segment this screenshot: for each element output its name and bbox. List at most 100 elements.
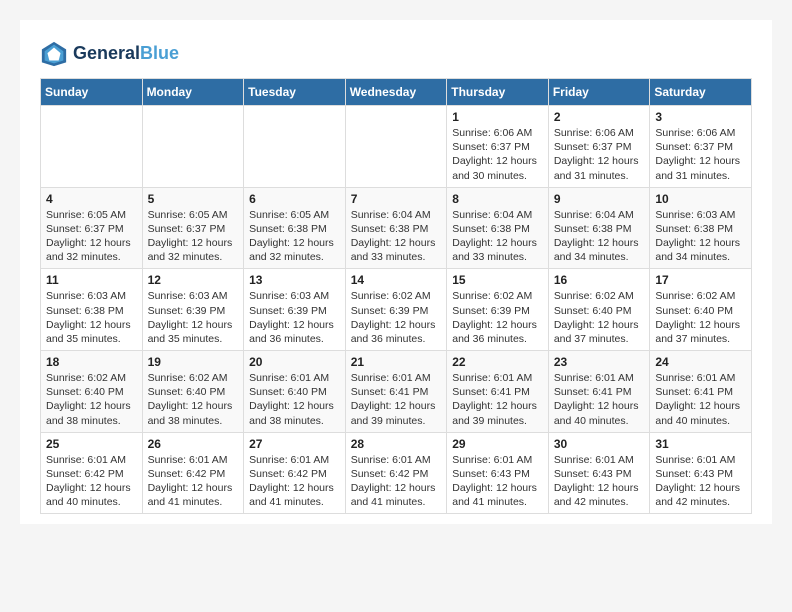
day-number: 29 — [452, 437, 543, 451]
calendar-week-1: 1Sunrise: 6:06 AMSunset: 6:37 PMDaylight… — [41, 106, 752, 188]
day-info: Sunrise: 6:01 AMSunset: 6:43 PMDaylight:… — [452, 453, 543, 510]
calendar-week-5: 25 Sunrise: 6:01 AMSunset: 6:42 PMDayligh… — [41, 432, 752, 514]
day-number: 11 — [46, 273, 137, 287]
day-number: 10 — [655, 192, 746, 206]
day-number: 6 — [249, 192, 340, 206]
day-number: 20 — [249, 355, 340, 369]
calendar-table: SundayMondayTuesdayWednesdayThursdayFrid… — [40, 78, 752, 514]
day-number: 30 — [554, 437, 645, 451]
day-info: Sunrise: 6:03 AMSunset: 6:39 PMDaylight:… — [249, 289, 340, 346]
day-number: 27 — [249, 437, 340, 451]
calendar-cell: 20 Sunrise: 6:01 AMSunset: 6:40 PMDayligh… — [244, 351, 346, 433]
day-info: Sunrise: 6:02 AMSunset: 6:40 PMDaylight:… — [148, 371, 239, 428]
main-container: GeneralBlue SundayMondayTuesdayWednesday… — [20, 20, 772, 524]
calendar-header-saturday: Saturday — [650, 79, 752, 106]
day-info: Sunrise: 6:03 AMSunset: 6:39 PMDaylight:… — [148, 289, 239, 346]
day-info: Sunrise: 6:01 AMSunset: 6:40 PMDaylight:… — [249, 371, 340, 428]
day-info: Sunrise: 6:03 AMSunset: 6:38 PMDaylight:… — [655, 208, 746, 265]
calendar-cell: 25 Sunrise: 6:01 AMSunset: 6:42 PMDayligh… — [41, 432, 143, 514]
calendar-week-2: 4 Sunrise: 6:05 AMSunset: 6:37 PMDaylight… — [41, 187, 752, 269]
calendar-cell: 2Sunrise: 6:06 AMSunset: 6:37 PMDaylight… — [548, 106, 650, 188]
calendar-cell: 17 Sunrise: 6:02 AMSunset: 6:40 PMDayligh… — [650, 269, 752, 351]
day-info: Sunrise: 6:01 AMSunset: 6:42 PMDaylight:… — [148, 453, 239, 510]
logo-icon — [40, 40, 68, 68]
day-info: Sunrise: 6:01 AMSunset: 6:41 PMDaylight:… — [452, 371, 543, 428]
calendar-cell: 27 Sunrise: 6:01 AMSunset: 6:42 PMDayligh… — [244, 432, 346, 514]
calendar-cell: 1Sunrise: 6:06 AMSunset: 6:37 PMDaylight… — [447, 106, 549, 188]
day-number: 31 — [655, 437, 746, 451]
day-info: Sunrise: 6:05 AMSunset: 6:37 PMDaylight:… — [46, 208, 137, 265]
day-info: Sunrise: 6:02 AMSunset: 6:40 PMDaylight:… — [655, 289, 746, 346]
logo: GeneralBlue — [40, 40, 179, 68]
day-number: 25 — [46, 437, 137, 451]
day-number: 22 — [452, 355, 543, 369]
day-info: Sunrise: 6:01 AMSunset: 6:42 PMDaylight:… — [46, 453, 137, 510]
day-info: Sunrise: 6:01 AMSunset: 6:41 PMDaylight:… — [351, 371, 442, 428]
day-number: 13 — [249, 273, 340, 287]
calendar-cell: 12 Sunrise: 6:03 AMSunset: 6:39 PMDayligh… — [142, 269, 244, 351]
day-info: Sunrise: 6:01 AMSunset: 6:42 PMDaylight:… — [249, 453, 340, 510]
day-info: Sunrise: 6:01 AMSunset: 6:43 PMDaylight:… — [655, 453, 746, 510]
day-info: Sunrise: 6:04 AMSunset: 6:38 PMDaylight:… — [452, 208, 543, 265]
day-number: 12 — [148, 273, 239, 287]
day-number: 9 — [554, 192, 645, 206]
day-number: 24 — [655, 355, 746, 369]
calendar-cell: 14 Sunrise: 6:02 AMSunset: 6:39 PMDayligh… — [345, 269, 447, 351]
calendar-header-monday: Monday — [142, 79, 244, 106]
day-info: Sunrise: 6:06 AMSunset: 6:37 PMDaylight:… — [452, 126, 543, 183]
calendar-week-4: 18 Sunrise: 6:02 AMSunset: 6:40 PMDayligh… — [41, 351, 752, 433]
logo-text: GeneralBlue — [73, 44, 179, 64]
calendar-cell: 29 Sunrise: 6:01 AMSunset: 6:43 PMDayligh… — [447, 432, 549, 514]
calendar-cell: 6 Sunrise: 6:05 AMSunset: 6:38 PMDaylight… — [244, 187, 346, 269]
calendar-cell: 5 Sunrise: 6:05 AMSunset: 6:37 PMDaylight… — [142, 187, 244, 269]
calendar-cell: 7 Sunrise: 6:04 AMSunset: 6:38 PMDaylight… — [345, 187, 447, 269]
day-number: 21 — [351, 355, 442, 369]
calendar-header-thursday: Thursday — [447, 79, 549, 106]
day-number: 19 — [148, 355, 239, 369]
calendar-header-sunday: Sunday — [41, 79, 143, 106]
day-number: 7 — [351, 192, 442, 206]
day-number: 17 — [655, 273, 746, 287]
day-info: Sunrise: 6:04 AMSunset: 6:38 PMDaylight:… — [554, 208, 645, 265]
day-number: 26 — [148, 437, 239, 451]
calendar-cell: 19 Sunrise: 6:02 AMSunset: 6:40 PMDayligh… — [142, 351, 244, 433]
calendar-cell — [345, 106, 447, 188]
day-info: Sunrise: 6:05 AMSunset: 6:37 PMDaylight:… — [148, 208, 239, 265]
calendar-header-wednesday: Wednesday — [345, 79, 447, 106]
header: GeneralBlue — [40, 40, 752, 68]
calendar-cell — [41, 106, 143, 188]
calendar-cell: 4 Sunrise: 6:05 AMSunset: 6:37 PMDaylight… — [41, 187, 143, 269]
calendar-cell — [244, 106, 346, 188]
calendar-cell: 13 Sunrise: 6:03 AMSunset: 6:39 PMDayligh… — [244, 269, 346, 351]
day-number: 23 — [554, 355, 645, 369]
day-info: Sunrise: 6:05 AMSunset: 6:38 PMDaylight:… — [249, 208, 340, 265]
day-number: 16 — [554, 273, 645, 287]
day-info: Sunrise: 6:02 AMSunset: 6:39 PMDaylight:… — [452, 289, 543, 346]
calendar-cell: 24 Sunrise: 6:01 AMSunset: 6:41 PMDayligh… — [650, 351, 752, 433]
calendar-cell: 3Sunrise: 6:06 AMSunset: 6:37 PMDaylight… — [650, 106, 752, 188]
calendar-cell: 16 Sunrise: 6:02 AMSunset: 6:40 PMDayligh… — [548, 269, 650, 351]
calendar-cell: 31 Sunrise: 6:01 AMSunset: 6:43 PMDayligh… — [650, 432, 752, 514]
day-number: 5 — [148, 192, 239, 206]
day-info: Sunrise: 6:02 AMSunset: 6:40 PMDaylight:… — [554, 289, 645, 346]
day-info: Sunrise: 6:03 AMSunset: 6:38 PMDaylight:… — [46, 289, 137, 346]
calendar-cell: 18Sunrise: 6:02 AMSunset: 6:40 PMDayligh… — [41, 351, 143, 433]
calendar-cell: 10 Sunrise: 6:03 AMSunset: 6:38 PMDayligh… — [650, 187, 752, 269]
day-info: Sunrise: 6:01 AMSunset: 6:41 PMDaylight:… — [655, 371, 746, 428]
day-number: 18 — [46, 355, 137, 369]
calendar-cell: 23 Sunrise: 6:01 AMSunset: 6:41 PMDayligh… — [548, 351, 650, 433]
day-number: 3 — [655, 110, 746, 124]
calendar-header-friday: Friday — [548, 79, 650, 106]
calendar-cell: 26 Sunrise: 6:01 AMSunset: 6:42 PMDayligh… — [142, 432, 244, 514]
day-info: Sunrise: 6:01 AMSunset: 6:42 PMDaylight:… — [351, 453, 442, 510]
day-info: Sunrise: 6:02 AMSunset: 6:39 PMDaylight:… — [351, 289, 442, 346]
day-number: 4 — [46, 192, 137, 206]
calendar-header-tuesday: Tuesday — [244, 79, 346, 106]
day-info: Sunrise: 6:01 AMSunset: 6:41 PMDaylight:… — [554, 371, 645, 428]
calendar-cell: 8Sunrise: 6:04 AMSunset: 6:38 PMDaylight… — [447, 187, 549, 269]
day-number: 14 — [351, 273, 442, 287]
day-info: Sunrise: 6:01 AMSunset: 6:43 PMDaylight:… — [554, 453, 645, 510]
day-info: Sunrise: 6:04 AMSunset: 6:38 PMDaylight:… — [351, 208, 442, 265]
calendar-cell: 30 Sunrise: 6:01 AMSunset: 6:43 PMDayligh… — [548, 432, 650, 514]
day-info: Sunrise: 6:06 AMSunset: 6:37 PMDaylight:… — [554, 126, 645, 183]
